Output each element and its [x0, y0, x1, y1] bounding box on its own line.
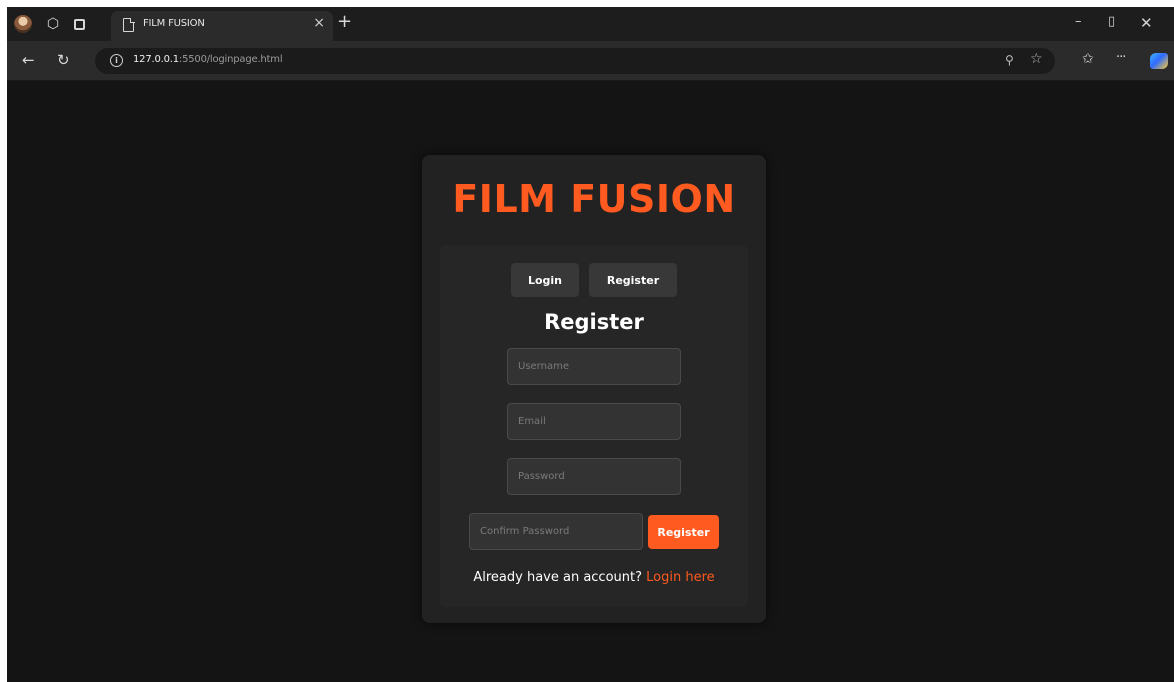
tab-title: FILM FUSION — [143, 18, 205, 29]
profile-icon[interactable] — [13, 14, 33, 34]
url-text[interactable]: 127.0.0.1:5500/loginpage.html — [133, 54, 283, 65]
tab-register[interactable]: Register — [589, 263, 677, 297]
confirm-password-input[interactable] — [469, 513, 643, 550]
switch-text: Already have an account? — [473, 570, 643, 585]
tab-actions-icon[interactable] — [69, 14, 89, 34]
favorites-icon[interactable]: ✩ — [1082, 51, 1094, 67]
key-icon[interactable]: ⚲ — [1005, 53, 1014, 67]
password-input[interactable] — [507, 458, 681, 495]
page-icon — [123, 17, 135, 32]
new-tab-button[interactable]: + — [337, 11, 352, 32]
email-input[interactable] — [507, 403, 681, 440]
page-viewport: FILM FUSION Login Register Register Regi… — [7, 82, 1174, 682]
back-icon[interactable]: ← — [22, 51, 35, 69]
address-bar[interactable]: i 127.0.0.1:5500/loginpage.html ⚲ ☆ — [95, 48, 1055, 74]
refresh-icon[interactable]: ↻ — [57, 51, 70, 69]
more-icon[interactable]: ··· — [1116, 50, 1126, 65]
tab-strip: ⬡ FILM FUSION × + – ▯ ✕ — [7, 7, 1174, 41]
minimize-icon[interactable]: – — [1075, 14, 1082, 29]
register-button[interactable]: Register — [648, 515, 719, 549]
register-form: Login Register Register Register Already… — [440, 245, 748, 607]
maximize-icon[interactable]: ▯ — [1108, 14, 1115, 29]
tab-close-icon[interactable]: × — [313, 15, 325, 31]
tab-login[interactable]: Login — [511, 263, 579, 297]
auth-card: FILM FUSION Login Register Register Regi… — [422, 155, 766, 623]
info-icon[interactable]: i — [110, 54, 123, 67]
address-toolbar: ← ↻ i 127.0.0.1:5500/loginpage.html ⚲ ☆ … — [7, 41, 1174, 81]
browser-tab[interactable]: FILM FUSION × — [111, 11, 333, 41]
username-input[interactable] — [507, 348, 681, 385]
form-title: Register — [544, 310, 644, 334]
close-icon[interactable]: ✕ — [1140, 14, 1153, 32]
copilot-icon[interactable] — [1150, 53, 1168, 69]
brand-title: FILM FUSION — [452, 177, 736, 221]
star-icon[interactable]: ☆ — [1030, 51, 1043, 67]
login-switch: Already have an account? Login here — [440, 570, 748, 585]
browser-window: ⬡ FILM FUSION × + – ▯ ✕ ← ↻ i 127.0.0.1:… — [7, 7, 1174, 682]
workspaces-icon[interactable]: ⬡ — [43, 14, 63, 34]
login-here-link[interactable]: Login here — [646, 570, 715, 585]
